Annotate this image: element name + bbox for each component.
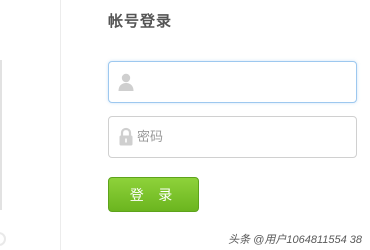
decorative-circle bbox=[0, 232, 6, 246]
username-input[interactable] bbox=[137, 62, 348, 102]
login-button[interactable]: 登 录 bbox=[108, 177, 199, 212]
user-icon bbox=[117, 72, 135, 92]
password-field[interactable] bbox=[108, 116, 357, 158]
side-edge bbox=[0, 60, 2, 210]
lock-icon bbox=[117, 127, 135, 147]
username-field[interactable] bbox=[108, 61, 357, 103]
password-input[interactable] bbox=[137, 117, 348, 157]
divider bbox=[60, 0, 61, 250]
login-page: 帐号登录 登 录 头条 @用户1064811554 38 bbox=[0, 0, 370, 250]
page-title: 帐号登录 bbox=[108, 12, 173, 30]
watermark-text: 头条 @用户1064811554 38 bbox=[228, 234, 362, 246]
